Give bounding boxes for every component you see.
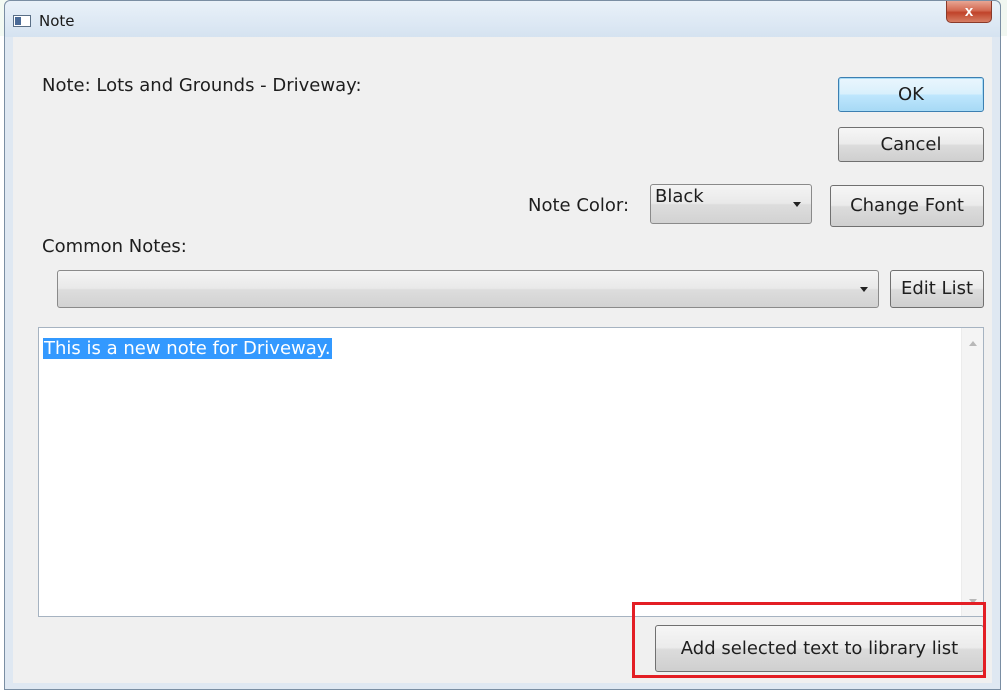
window-title: Note — [39, 12, 75, 30]
note-text-content: This is a new note for Driveway. — [43, 338, 332, 359]
title-bar[interactable]: Note x — [5, 1, 1000, 37]
common-notes-select[interactable] — [57, 270, 879, 308]
close-button[interactable]: x — [946, 1, 992, 23]
note-title-label: Note: Lots and Grounds - Driveway: — [42, 75, 362, 96]
note-color-select[interactable]: Black — [650, 184, 812, 224]
dialog-body: Note: Lots and Grounds - Driveway: OK Ca… — [13, 37, 992, 683]
add-selected-text-button[interactable]: Add selected text to library list — [655, 625, 984, 672]
vertical-scrollbar[interactable] — [961, 328, 983, 616]
ok-button[interactable]: OK — [838, 77, 984, 112]
window-app-icon — [13, 15, 31, 27]
scroll-down-icon[interactable] — [969, 599, 977, 604]
note-color-label: Note Color: — [528, 195, 630, 216]
edit-list-button[interactable]: Edit List — [890, 270, 984, 308]
note-text-area[interactable]: This is a new note for Driveway. — [38, 327, 984, 617]
chevron-down-icon — [793, 202, 801, 207]
cancel-button[interactable]: Cancel — [838, 127, 984, 162]
change-font-button[interactable]: Change Font — [830, 185, 984, 227]
scroll-up-icon[interactable] — [969, 341, 977, 346]
chevron-down-icon — [860, 287, 868, 292]
selected-text: This is a new note for Driveway. — [43, 338, 332, 359]
note-dialog: Note x Note: Lots and Grounds - Driveway… — [4, 0, 1001, 690]
common-notes-label: Common Notes: — [42, 236, 187, 257]
close-icon: x — [964, 3, 974, 20]
note-color-value: Black — [655, 186, 704, 207]
